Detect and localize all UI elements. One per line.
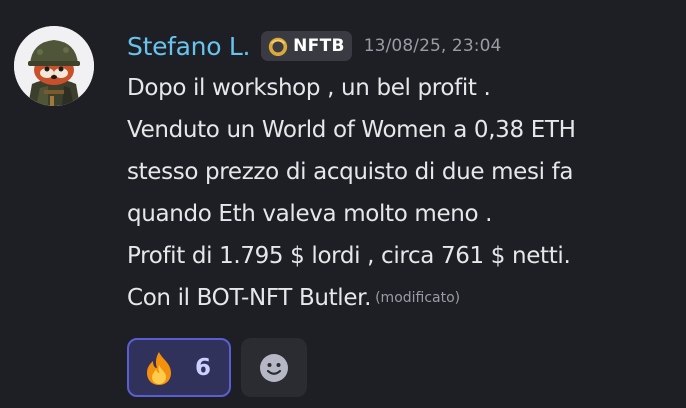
message-line: Con il BOT-NFT Butler. [127, 285, 372, 311]
message-line: Profit di 1.795 $ lordi , circa 761 $ ne… [127, 243, 571, 269]
smiley-face-icon [260, 353, 288, 382]
message-line: Venduto un World of Women a 0,38 ETH [127, 117, 576, 143]
message-timestamp[interactable]: 13/08/25, 23:04 [364, 36, 502, 56]
message-last-line: Con il BOT-NFT Butler. (modificato) [127, 277, 672, 319]
username[interactable]: Stefano L. [127, 32, 250, 61]
gold-ring-icon [268, 37, 288, 57]
reaction-fire-button[interactable]: 6 [127, 338, 231, 397]
edited-label: (modificato) [375, 290, 461, 306]
reactions-bar: 6 [127, 338, 307, 397]
fire-emoji-icon [147, 351, 171, 385]
user-avatar[interactable] [14, 26, 94, 106]
message-header: Stefano L. NFTB 13/08/25, 23:04 [127, 26, 501, 66]
message-content: Dopo il workshop , un bel profit . Vendu… [127, 67, 672, 319]
message-line: Dopo il workshop , un bel profit . [127, 75, 491, 101]
message-line: quando Eth valeva molto meno . [127, 201, 493, 227]
server-tag-badge[interactable]: NFTB [261, 31, 352, 61]
add-reaction-button[interactable] [241, 338, 307, 397]
chat-message: Stefano L. NFTB 13/08/25, 23:04 Dopo il … [0, 0, 686, 408]
reaction-count: 6 [195, 354, 212, 381]
message-line: stesso prezzo di acquisto di due mesi fa [127, 159, 574, 185]
server-tag-label: NFTB [293, 36, 345, 56]
red-panda-soldier-avatar-icon [14, 26, 94, 106]
